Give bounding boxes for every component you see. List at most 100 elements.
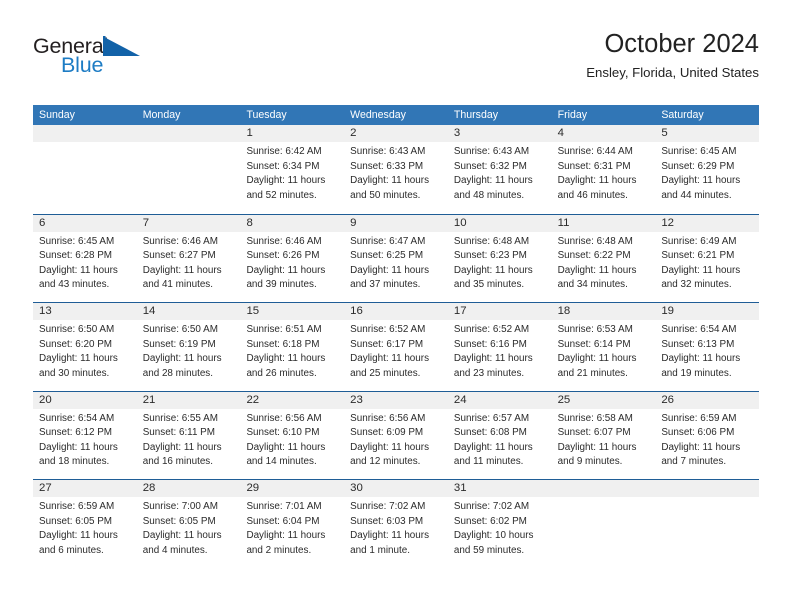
calendar-day-cell[interactable]: 22 Sunrise: 6:56 AM Sunset: 6:10 PM Dayl… <box>240 391 345 480</box>
brand-logo[interactable]: General Blue <box>33 34 253 90</box>
sunset-text: Sunset: 6:21 PM <box>661 250 735 262</box>
calendar-day-cell[interactable]: 29 Sunrise: 7:01 AM Sunset: 6:04 PM Dayl… <box>240 480 345 568</box>
daylight-text-line2: and 4 minutes. <box>142 544 208 556</box>
calendar-day-cell[interactable]: 26 Sunrise: 6:59 AM Sunset: 6:06 PM Dayl… <box>655 391 760 480</box>
calendar-day-cell[interactable]: 13 Sunrise: 6:50 AM Sunset: 6:20 PM Dayl… <box>33 303 137 391</box>
sunrise-text: Sunrise: 6:56 AM <box>350 412 426 424</box>
day-number: 1 <box>240 125 345 142</box>
calendar-day-cell[interactable] <box>551 480 656 568</box>
sunset-text: Sunset: 6:31 PM <box>557 160 631 172</box>
day-details: Sunrise: 7:01 AM Sunset: 6:04 PM Dayligh… <box>240 497 344 558</box>
daylight-text-line1: Daylight: 11 hours <box>661 264 741 276</box>
weekday-header-friday: Friday <box>557 109 588 121</box>
calendar-day-cell[interactable] <box>655 480 760 568</box>
daylight-text-line2: and 44 minutes. <box>661 189 732 201</box>
sunrise-text: Sunrise: 6:54 AM <box>39 412 115 424</box>
daylight-text-line2: and 46 minutes. <box>557 189 628 201</box>
calendar-day-cell[interactable]: 17 Sunrise: 6:52 AM Sunset: 6:16 PM Dayl… <box>447 303 552 391</box>
sunrise-text: Sunrise: 7:02 AM <box>453 501 530 512</box>
daylight-text-line1: Daylight: 11 hours <box>453 264 533 276</box>
calendar-day-cell[interactable]: 23 Sunrise: 6:56 AM Sunset: 6:09 PM Dayl… <box>344 391 448 480</box>
daylight-text-line1: Daylight: 11 hours <box>142 441 222 453</box>
weekday-header-wednesday: Wednesday <box>350 109 406 121</box>
calendar-day-cell[interactable]: 2 Sunrise: 6:43 AM Sunset: 6:33 PM Dayli… <box>344 125 448 214</box>
daylight-text-line1: Daylight: 11 hours <box>246 175 326 187</box>
calendar-day-cell[interactable]: 8 Sunrise: 6:46 AM Sunset: 6:26 PM Dayli… <box>240 214 345 303</box>
calendar-week-row: 6 Sunrise: 6:45 AM Sunset: 6:28 PM Dayli… <box>33 213 760 303</box>
calendar-day-cell[interactable]: 9 Sunrise: 6:47 AM Sunset: 6:25 PM Dayli… <box>344 214 448 303</box>
sunset-text: Sunset: 6:08 PM <box>453 427 527 439</box>
calendar-day-cell[interactable]: 4 Sunrise: 6:44 AM Sunset: 6:31 PM Dayli… <box>551 125 656 214</box>
title-block: October 2024 Ensley, Florida, United Sta… <box>586 28 759 81</box>
sunrise-text: Sunrise: 6:48 AM <box>557 235 633 247</box>
sunset-text: Sunset: 6:25 PM <box>350 250 424 262</box>
calendar-day-cell[interactable]: 30 Sunrise: 7:02 AM Sunset: 6:03 PM Dayl… <box>344 480 448 568</box>
sunrise-text: Sunrise: 6:42 AM <box>246 146 322 157</box>
daylight-text-line1: Daylight: 11 hours <box>39 264 118 276</box>
calendar-day-cell[interactable]: 24 Sunrise: 6:57 AM Sunset: 6:08 PM Dayl… <box>447 391 552 480</box>
calendar-day-cell[interactable]: 27 Sunrise: 6:59 AM Sunset: 6:05 PM Dayl… <box>33 480 137 568</box>
calendar-day-cell[interactable] <box>136 125 241 214</box>
sunrise-text: Sunrise: 6:43 AM <box>453 146 530 157</box>
sunrise-text: Sunrise: 6:49 AM <box>661 235 737 247</box>
sunset-text: Sunset: 6:12 PM <box>39 427 113 439</box>
sunset-text: Sunset: 6:27 PM <box>142 250 216 262</box>
day-details <box>655 497 759 500</box>
sunset-text: Sunset: 6:04 PM <box>246 515 320 527</box>
calendar-day-cell[interactable]: 5 Sunrise: 6:45 AM Sunset: 6:29 PM Dayli… <box>655 125 760 214</box>
day-details: Sunrise: 6:48 AM Sunset: 6:23 PM Dayligh… <box>448 232 552 293</box>
sunrise-text: Sunrise: 7:00 AM <box>142 501 218 512</box>
day-number: 30 <box>344 480 448 497</box>
daylight-text-line2: and 21 minutes. <box>557 367 628 379</box>
day-number: 25 <box>551 391 656 409</box>
day-details: Sunrise: 6:56 AM Sunset: 6:09 PM Dayligh… <box>344 409 448 470</box>
daylight-text-line1: Daylight: 11 hours <box>557 441 637 453</box>
triangle-logo-icon <box>103 36 140 56</box>
day-number <box>655 480 760 497</box>
weekday-header-saturday: Saturday <box>661 109 704 121</box>
calendar-day-cell[interactable]: 21 Sunrise: 6:55 AM Sunset: 6:11 PM Dayl… <box>136 391 241 480</box>
calendar-day-cell[interactable]: 20 Sunrise: 6:54 AM Sunset: 6:12 PM Dayl… <box>33 391 137 480</box>
day-number: 16 <box>344 303 448 320</box>
day-number: 18 <box>551 303 656 320</box>
daylight-text-line2: and 50 minutes. <box>350 189 421 201</box>
sunset-text: Sunset: 6:05 PM <box>39 515 113 527</box>
calendar-day-cell[interactable]: 15 Sunrise: 6:51 AM Sunset: 6:18 PM Dayl… <box>240 303 345 391</box>
day-number: 9 <box>344 214 448 232</box>
sunset-text: Sunset: 6:26 PM <box>246 250 320 262</box>
daylight-text-line2: and 26 minutes. <box>246 367 317 379</box>
calendar-day-cell[interactable]: 25 Sunrise: 6:58 AM Sunset: 6:07 PM Dayl… <box>551 391 656 480</box>
sunrise-text: Sunrise: 6:53 AM <box>557 324 633 335</box>
day-details: Sunrise: 6:47 AM Sunset: 6:25 PM Dayligh… <box>344 232 448 293</box>
calendar-day-cell[interactable]: 7 Sunrise: 6:46 AM Sunset: 6:27 PM Dayli… <box>136 214 241 303</box>
calendar-day-cell[interactable]: 11 Sunrise: 6:48 AM Sunset: 6:22 PM Dayl… <box>551 214 656 303</box>
calendar-day-cell[interactable]: 1 Sunrise: 6:42 AM Sunset: 6:34 PM Dayli… <box>240 125 345 214</box>
sunset-text: Sunset: 6:23 PM <box>453 250 527 262</box>
daylight-text-line2: and 14 minutes. <box>246 456 317 468</box>
calendar-day-cell[interactable]: 12 Sunrise: 6:49 AM Sunset: 6:21 PM Dayl… <box>655 214 760 303</box>
sunset-text: Sunset: 6:05 PM <box>142 515 216 527</box>
calendar-day-cell[interactable]: 10 Sunrise: 6:48 AM Sunset: 6:23 PM Dayl… <box>447 214 552 303</box>
sunset-text: Sunset: 6:16 PM <box>453 338 527 350</box>
calendar-day-cell[interactable]: 19 Sunrise: 6:54 AM Sunset: 6:13 PM Dayl… <box>655 303 760 391</box>
sunset-text: Sunset: 6:28 PM <box>39 250 113 262</box>
day-details: Sunrise: 6:49 AM Sunset: 6:21 PM Dayligh… <box>655 232 759 293</box>
calendar-day-cell[interactable]: 16 Sunrise: 6:52 AM Sunset: 6:17 PM Dayl… <box>344 303 448 391</box>
day-number: 20 <box>33 391 137 409</box>
sunrise-text: Sunrise: 6:45 AM <box>39 235 115 247</box>
calendar-day-cell[interactable]: 14 Sunrise: 6:50 AM Sunset: 6:19 PM Dayl… <box>136 303 241 391</box>
calendar-day-cell[interactable]: 31 Sunrise: 7:02 AM Sunset: 6:02 PM Dayl… <box>447 480 552 568</box>
day-details: Sunrise: 6:50 AM Sunset: 6:19 PM Dayligh… <box>137 320 241 381</box>
calendar-day-cell[interactable] <box>33 125 137 214</box>
calendar-day-cell[interactable]: 28 Sunrise: 7:00 AM Sunset: 6:05 PM Dayl… <box>136 480 241 568</box>
daylight-text-line1: Daylight: 11 hours <box>557 264 637 276</box>
day-details <box>552 497 656 500</box>
calendar-day-cell[interactable]: 3 Sunrise: 6:43 AM Sunset: 6:32 PM Dayli… <box>447 125 552 214</box>
sunrise-text: Sunrise: 6:59 AM <box>661 412 737 424</box>
day-details: Sunrise: 6:52 AM Sunset: 6:16 PM Dayligh… <box>448 320 552 381</box>
calendar-day-cell[interactable]: 6 Sunrise: 6:45 AM Sunset: 6:28 PM Dayli… <box>33 214 137 303</box>
day-details: Sunrise: 6:43 AM Sunset: 6:33 PM Dayligh… <box>344 142 448 203</box>
sunset-text: Sunset: 6:34 PM <box>246 160 320 172</box>
calendar-day-cell[interactable]: 18 Sunrise: 6:53 AM Sunset: 6:14 PM Dayl… <box>551 303 656 391</box>
daylight-text-line1: Daylight: 11 hours <box>350 264 430 276</box>
